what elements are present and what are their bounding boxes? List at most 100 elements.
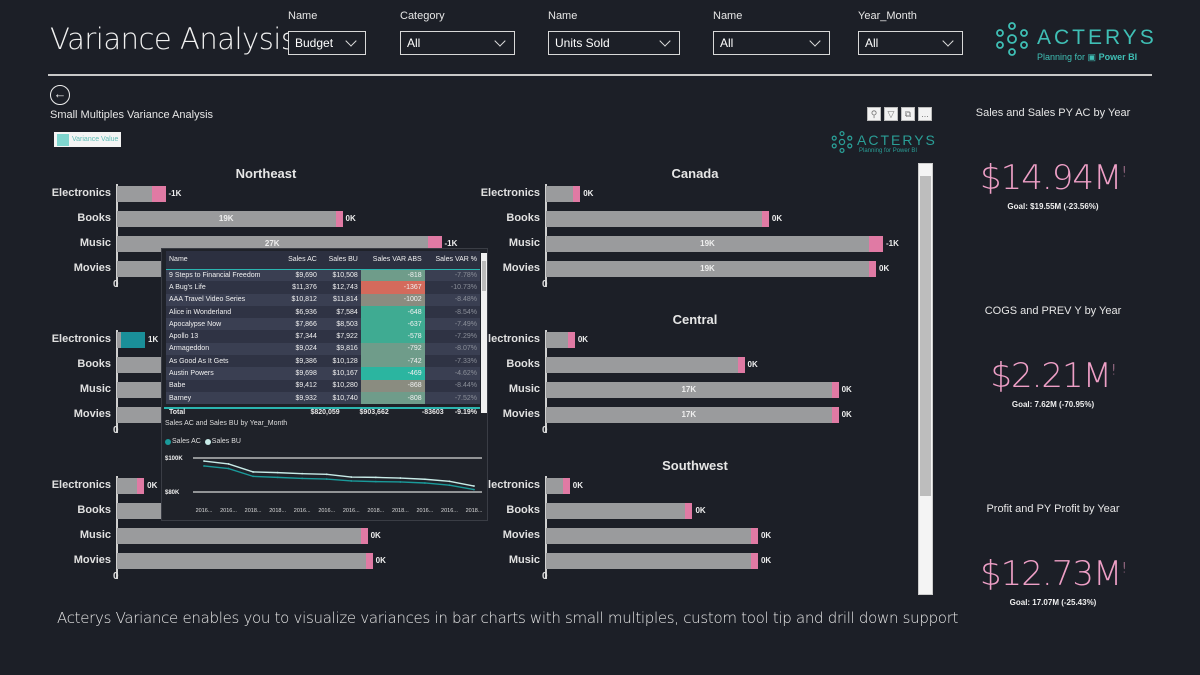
category-label: Music [79,383,111,395]
value-bar[interactable] [117,478,138,494]
variance-bar[interactable] [567,332,575,348]
value-bar[interactable] [546,553,751,569]
visual-scrollbar[interactable] [918,163,933,595]
variance-bar[interactable] [360,528,368,544]
legend-item[interactable]: Sales BU [204,438,241,445]
data-point[interactable] [325,478,328,480]
back-arrow-icon[interactable]: ← [50,85,70,105]
data-point[interactable] [399,481,402,483]
slicer-dropdown[interactable]: Units Sold [548,31,680,55]
value-bar[interactable] [546,528,751,544]
data-point[interactable] [473,488,475,491]
kpi-card[interactable]: $12.73M! [953,554,1153,594]
slicer-dropdown[interactable]: All [858,31,963,55]
column-header[interactable]: Sales VAR ABS [360,251,425,269]
table-scrollbar[interactable] [481,253,487,413]
value-bar[interactable] [117,186,152,202]
value-bar[interactable]: 19K [117,211,336,227]
value-bar[interactable] [546,332,568,348]
table-row[interactable]: Apollo 13 $7,344 $7,922 -578 -7.29% [166,330,480,343]
kpi-card[interactable]: $14.94M! [953,158,1153,198]
data-point[interactable] [399,477,402,479]
filter-icon[interactable]: ▽ [884,107,898,121]
multiple-title: Canada [671,166,719,181]
table-row[interactable]: Austin Powers $9,698 $10,167 -469 -4.62% [166,367,480,380]
data-point[interactable] [350,480,353,482]
variance-bar[interactable] [137,478,145,494]
variance-bar[interactable] [151,186,166,202]
slicer-dropdown[interactable]: All [400,31,515,55]
data-point[interactable] [301,472,304,475]
data-point[interactable] [276,471,279,474]
data-point[interactable] [473,485,475,487]
data-point[interactable] [350,476,353,478]
more-options-icon[interactable]: ... [918,107,932,121]
category-label: Movies [73,262,111,274]
variance-bar[interactable] [869,261,876,277]
kpi-card[interactable]: $2.21M! [953,356,1153,396]
legend-item[interactable]: Sales AC [165,438,201,445]
table-row[interactable]: Barney $9,932 $10,740 -808 -7.52% [166,391,480,405]
total-cell: -9.19% [454,409,478,416]
variance-bar[interactable] [365,553,373,569]
variance-bar[interactable] [869,236,883,252]
slicer-dropdown[interactable]: Budget [288,31,366,55]
data-point[interactable] [276,476,279,479]
value-bar[interactable]: 17K [546,382,832,398]
variance-bar[interactable] [831,382,839,398]
table-row[interactable]: Babe $9,412 $10,280 -868 -8.44% [166,379,480,392]
value-bar[interactable] [546,186,574,202]
variance-label: 0K [841,385,852,394]
table-row[interactable]: 9 Steps to Financial Freedom $9,690 $10,50… [166,269,480,282]
data-point[interactable] [448,484,451,487]
variance-bar[interactable] [335,211,343,227]
data-point[interactable] [252,471,254,473]
pin-icon[interactable]: ⚲ [867,107,881,121]
value-bar[interactable] [546,357,738,373]
data-point[interactable] [227,463,230,465]
variance-bar[interactable] [750,528,758,544]
value-bar[interactable]: 17K [546,407,832,423]
variance-bar[interactable] [737,357,745,373]
variance-bar[interactable] [562,478,570,494]
column-header[interactable]: Sales BU [319,251,361,269]
variance-bar[interactable] [761,211,769,227]
data-point[interactable] [448,480,451,483]
table-row[interactable]: Alice in Wonderland $6,936 $7,584 -648 -8.54… [166,305,480,319]
column-header[interactable]: Sales AC [279,251,320,269]
table-row[interactable]: As Good As It Gets $9,386 $10,128 -742 -7.33… [166,355,480,368]
column-header[interactable]: Name [166,251,280,269]
data-point[interactable] [374,476,377,479]
variance-label: -1K [168,189,182,198]
data-point[interactable] [203,465,205,467]
slicer-dropdown[interactable]: All [713,31,830,55]
data-point[interactable] [301,477,304,480]
variance-bar[interactable] [750,553,758,569]
table-row[interactable]: AAA Travel Video Series $10,812 $11,814 -10… [166,293,480,306]
value-bar[interactable] [117,528,361,544]
value-bar[interactable] [546,211,762,227]
value-bar[interactable] [546,478,563,494]
variance-bar[interactable] [685,503,693,519]
data-point[interactable] [227,467,230,470]
data-point[interactable] [203,460,205,462]
focus-mode-icon[interactable]: ⧉ [901,107,915,121]
scrollbar-thumb[interactable] [920,176,931,496]
legend[interactable]: Variance Value [54,132,122,147]
variance-bar[interactable] [573,186,581,202]
table-row[interactable]: Armageddon $9,024 $9,816 -792 -8.07% [166,342,480,356]
value-bar[interactable]: 19K [546,261,869,277]
column-header[interactable]: Sales VAR % [424,251,480,269]
variance-bar[interactable] [121,332,145,348]
data-point[interactable] [424,482,426,484]
value-bar[interactable]: 19K [546,236,869,252]
data-point[interactable] [252,475,254,478]
data-point[interactable] [424,478,426,481]
value-bar[interactable] [546,503,686,519]
table-row[interactable]: A Bug's Life $11,376 $12,743 -1367 -10.73% [166,281,480,294]
value-bar[interactable] [117,553,366,569]
data-point[interactable] [325,473,328,476]
data-point[interactable] [374,480,377,483]
variance-bar[interactable] [831,407,839,423]
table-row[interactable]: Apocalypse Now $7,866 $8,503 -637 -7.49% [166,318,480,331]
